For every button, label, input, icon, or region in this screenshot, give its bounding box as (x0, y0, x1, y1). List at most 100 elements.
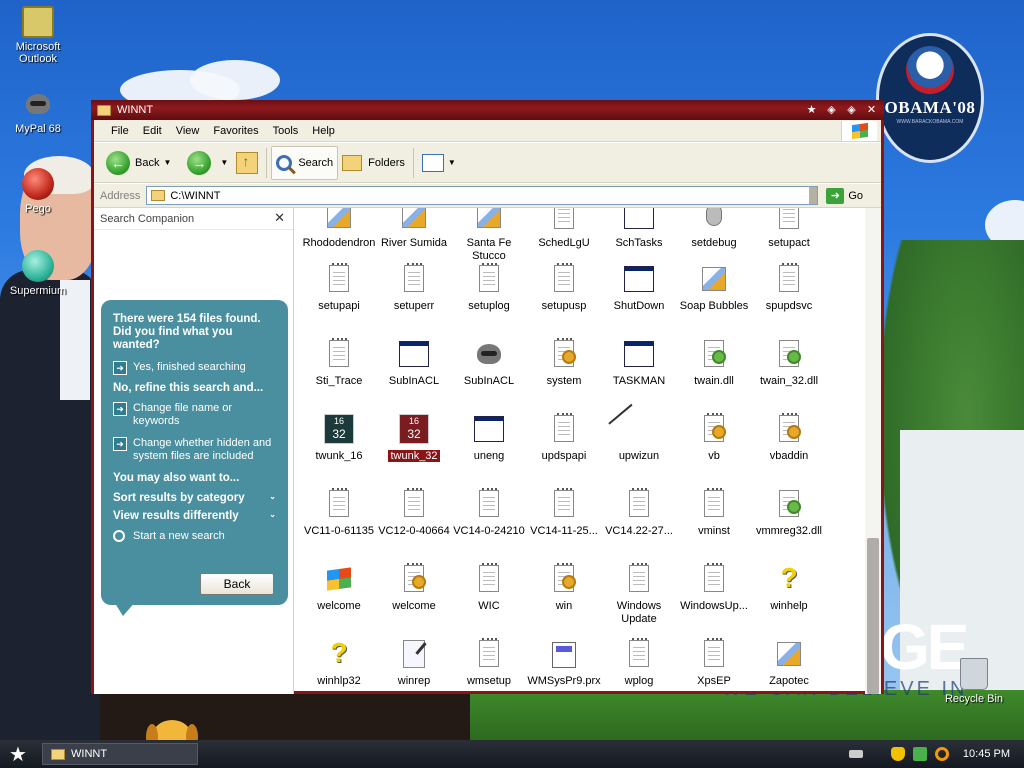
minimize-button[interactable]: ◈ (823, 102, 840, 118)
view-differently[interactable]: View results differently ⌄ (113, 510, 276, 522)
option-label: Yes, finished searching (133, 361, 246, 373)
views-button[interactable]: ▼ (418, 146, 460, 180)
file-item[interactable]: uneng (451, 413, 527, 463)
file-item[interactable]: VC14.22-27... (601, 488, 677, 538)
file-item[interactable]: setupact (751, 208, 827, 250)
file-item[interactable]: VC11-0-61135 (301, 488, 377, 538)
forward-button[interactable]: → ▼ (183, 146, 232, 180)
file-item[interactable]: ? winhelp (751, 563, 827, 613)
file-item[interactable]: vb (676, 413, 752, 463)
folders-button[interactable]: Folders (338, 146, 409, 180)
file-item[interactable]: setupusp (526, 263, 602, 313)
file-item[interactable]: WMSysPr9.prx (526, 638, 602, 688)
menu-view[interactable]: View (169, 125, 207, 137)
file-item[interactable]: updspapi (526, 413, 602, 463)
file-item[interactable]: Soap Bubbles (676, 263, 752, 313)
file-item[interactable]: twain.dll (676, 338, 752, 388)
file-item[interactable]: wplog (601, 638, 677, 688)
desktop-icon-supermium[interactable]: Supermium (0, 250, 76, 297)
address-input[interactable]: C:\WINNT (146, 186, 819, 205)
desktop-icon-pego[interactable]: Pego (0, 168, 76, 215)
file-item[interactable]: XpsEP (676, 638, 752, 688)
menu-file[interactable]: File (104, 125, 136, 137)
file-item[interactable]: 16 32 twunk_32 (376, 413, 452, 463)
file-item[interactable]: 16 32 twunk_16 (301, 413, 377, 463)
file-name: system (546, 375, 582, 387)
file-item[interactable]: setuperr (376, 263, 452, 313)
file-item[interactable]: ? winhlp32 (301, 638, 377, 688)
file-name: VC14-11-25... (530, 525, 598, 537)
title-bar[interactable]: WINNT ★ ◈ ◈ ✕ (91, 100, 884, 120)
search-button[interactable]: Search (271, 145, 339, 180)
file-item[interactable]: WindowsUp... (676, 563, 752, 613)
close-button[interactable]: ✕ (863, 102, 880, 118)
desktop-icon-mypal[interactable]: MyPal 68 (0, 88, 76, 135)
file-item[interactable]: upwizun (601, 403, 677, 463)
file-item[interactable]: SubInACL (451, 338, 527, 388)
sort-by-category[interactable]: Sort results by category ⌄ (113, 492, 276, 504)
file-item[interactable]: SubInACL (376, 338, 452, 388)
file-item[interactable]: wmsetup (451, 638, 527, 688)
up-folder-button[interactable]: ↑ (232, 146, 262, 180)
file-name: Rhododendron (302, 237, 376, 249)
network-icon[interactable] (912, 747, 927, 761)
file-item[interactable]: TASKMAN (601, 338, 677, 388)
star-button[interactable]: ★ (803, 102, 820, 118)
close-icon[interactable]: ✕ (274, 210, 285, 226)
start-new-search[interactable]: Start a new search (113, 530, 276, 542)
chevron-down-icon: ▼ (163, 158, 172, 167)
file-item[interactable]: welcome (376, 563, 452, 613)
menu-favorites[interactable]: Favorites (206, 125, 265, 137)
menu-help[interactable]: Help (305, 125, 342, 137)
file-item[interactable]: River Sumida (376, 208, 452, 250)
file-item[interactable]: welcome (301, 563, 377, 613)
file-item[interactable]: setuplog (451, 263, 527, 313)
file-item[interactable]: system (526, 338, 602, 388)
file-item[interactable]: Windows Update (601, 563, 677, 626)
file-item[interactable]: setupapi (301, 263, 377, 313)
option-hidden-files[interactable]: ➜ Change whether hidden and system files… (113, 437, 276, 463)
file-item[interactable]: VC14-0-24210 (451, 488, 527, 538)
pego-icon (22, 168, 54, 200)
start-button[interactable]: ★ (0, 740, 36, 768)
option-finished[interactable]: ➜ Yes, finished searching (113, 361, 276, 375)
taskbar-item-winnt[interactable]: WINNT (42, 743, 198, 765)
file-item[interactable]: setdebug (676, 208, 752, 250)
back-button[interactable]: ← Back ▼ (102, 146, 175, 180)
file-item[interactable]: Rhododendron (301, 208, 377, 250)
maximize-button[interactable]: ◈ (843, 102, 860, 118)
option-change-name[interactable]: ➜ Change file name or keywords (113, 402, 276, 428)
file-item[interactable]: WIC (451, 563, 527, 613)
file-item[interactable]: vminst (676, 488, 752, 538)
application-icon (623, 338, 655, 370)
go-button[interactable]: ➜ Go (826, 187, 863, 204)
file-item[interactable]: spupdsvc (751, 263, 827, 313)
file-item[interactable]: win (526, 563, 602, 613)
file-item[interactable]: Sti_Trace (301, 338, 377, 388)
taskbar: ★ WINNT 10:45 PM (0, 740, 1024, 768)
desktop-icon-outlook[interactable]: Microsoft Outlook (0, 6, 76, 65)
menu-tools[interactable]: Tools (266, 125, 306, 137)
file-item[interactable]: twain_32.dll (751, 338, 827, 388)
desktop-icon-recycle-bin[interactable]: Recycle Bin (936, 658, 1012, 705)
file-item[interactable]: ShutDown (601, 263, 677, 313)
file-item[interactable]: Santa Fe Stucco (451, 208, 527, 263)
shield-icon[interactable] (890, 747, 905, 761)
file-item[interactable]: Zapotec (751, 638, 827, 688)
file-item[interactable]: SchTasks (601, 208, 677, 250)
address-dropdown[interactable] (809, 187, 818, 204)
search-icon[interactable] (934, 747, 949, 761)
file-item[interactable]: vbaddin (751, 413, 827, 463)
scrollbar-thumb[interactable] (867, 538, 879, 694)
menu-edit[interactable]: Edit (136, 125, 169, 137)
file-item[interactable]: VC14-11-25... (526, 488, 602, 538)
vertical-scrollbar[interactable] (865, 208, 881, 694)
file-item[interactable]: SchedLgU (526, 208, 602, 250)
file-item[interactable]: VC12-0-40664 (376, 488, 452, 538)
back-button[interactable]: Back (200, 573, 274, 595)
file-item[interactable]: winrep (376, 638, 452, 688)
file-item[interactable]: vmmreg32.dll (751, 488, 827, 538)
clock: 10:45 PM (962, 748, 1010, 760)
keyboard-icon[interactable] (848, 750, 863, 758)
chevron-down-icon: ▼ (447, 158, 456, 167)
